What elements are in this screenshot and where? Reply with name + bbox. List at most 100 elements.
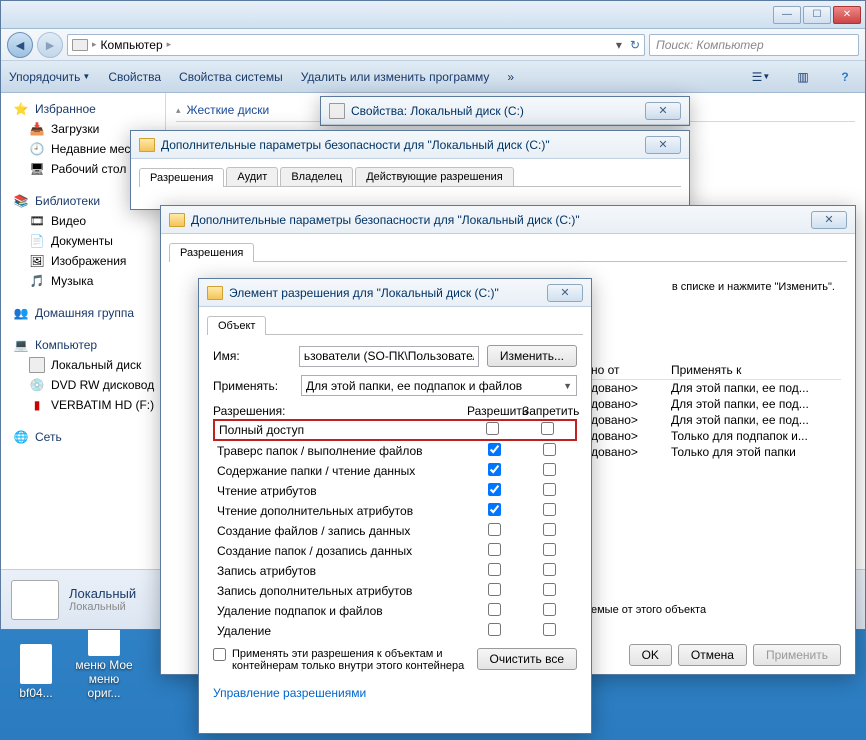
minimize-button[interactable]: — bbox=[773, 6, 801, 24]
deny-checkbox[interactable] bbox=[543, 543, 556, 556]
name-field[interactable] bbox=[299, 346, 479, 367]
allow-checkbox[interactable] bbox=[488, 483, 501, 496]
tab-permissions[interactable]: Разрешения bbox=[139, 168, 224, 187]
desktop-icon[interactable]: bf04... bbox=[6, 644, 66, 700]
deny-checkbox[interactable] bbox=[543, 483, 556, 496]
ok-button[interactable]: OK bbox=[629, 644, 672, 666]
tab-permissions[interactable]: Разрешения bbox=[169, 243, 254, 262]
tab-audit[interactable]: Аудит bbox=[226, 167, 278, 186]
view-mode-icon[interactable]: ☰ ▼ bbox=[749, 66, 773, 88]
apply-button[interactable]: Применить bbox=[753, 644, 841, 666]
deny-checkbox[interactable] bbox=[543, 583, 556, 596]
inheritance-row[interactable]: довано>Для этой папки, ее под... bbox=[591, 396, 841, 412]
deny-checkbox[interactable] bbox=[543, 443, 556, 456]
allow-checkbox[interactable] bbox=[488, 583, 501, 596]
apply-to-containers-checkbox[interactable] bbox=[213, 648, 226, 661]
search-input[interactable]: Поиск: Компьютер bbox=[649, 34, 859, 56]
drive-icon bbox=[29, 357, 45, 373]
folder-shield-icon bbox=[207, 286, 223, 300]
music-icon: 🎵 bbox=[29, 273, 45, 289]
dialog-title: Свойства: Локальный диск (C:) bbox=[351, 104, 639, 118]
deny-checkbox[interactable] bbox=[543, 623, 556, 636]
sidebar-item-pictures[interactable]: 🖼Изображения bbox=[1, 251, 165, 271]
dropdown-arrow-icon[interactable]: ▾ bbox=[616, 38, 622, 52]
allow-checkbox[interactable] bbox=[488, 563, 501, 576]
permission-row: Чтение атрибутов bbox=[213, 481, 577, 501]
allow-checkbox[interactable] bbox=[488, 503, 501, 516]
sidebar-item-video[interactable]: 🎞Видео bbox=[1, 211, 165, 231]
downloads-icon: 📥 bbox=[29, 121, 45, 137]
properties-button[interactable]: Свойства bbox=[108, 70, 161, 84]
dialog-title: Элемент разрешения для "Локальный диск (… bbox=[229, 286, 541, 300]
allow-checkbox[interactable] bbox=[488, 623, 501, 636]
folder-shield-icon bbox=[169, 213, 185, 227]
tab-object[interactable]: Объект bbox=[207, 316, 266, 335]
sidebar-homegroup[interactable]: 👥Домашняя группа bbox=[1, 303, 165, 323]
apply-to-combo[interactable]: Для этой папки, ее подпапок и файлов ▼ bbox=[301, 375, 577, 396]
deny-checkbox[interactable] bbox=[543, 603, 556, 616]
breadcrumb[interactable]: ▸ Компьютер ▸ ▾ ↻ bbox=[67, 34, 645, 56]
tab-owner[interactable]: Владелец bbox=[280, 167, 353, 186]
details-subtitle: Локальный bbox=[69, 601, 136, 613]
system-properties-button[interactable]: Свойства системы bbox=[179, 70, 283, 84]
permission-row: Траверс папок / выполнение файлов bbox=[213, 441, 577, 461]
allow-checkbox[interactable] bbox=[488, 523, 501, 536]
breadcrumb-segment[interactable]: Компьютер bbox=[101, 38, 163, 52]
inheritance-row[interactable]: довано>Только для подпапок и... bbox=[591, 428, 841, 444]
allow-checkbox[interactable] bbox=[488, 443, 501, 456]
search-placeholder: Поиск: Компьютер bbox=[656, 38, 764, 52]
allow-checkbox[interactable] bbox=[488, 543, 501, 556]
close-button[interactable]: ✕ bbox=[833, 6, 861, 24]
more-chevron[interactable]: » bbox=[507, 70, 514, 84]
refresh-icon[interactable]: ↻ bbox=[630, 38, 640, 52]
tab-strip: Разрешения bbox=[169, 242, 847, 262]
computer-icon bbox=[72, 39, 88, 51]
sidebar-network[interactable]: 🌐Сеть bbox=[1, 427, 165, 447]
organize-menu[interactable]: Упорядочить ▼ bbox=[9, 70, 90, 84]
manage-permissions-link[interactable]: Управление разрешениями bbox=[213, 686, 366, 700]
inheritance-row[interactable]: довано>Только для этой папки bbox=[591, 444, 841, 460]
permission-row: Содержание папки / чтение данных bbox=[213, 461, 577, 481]
deny-checkbox[interactable] bbox=[543, 503, 556, 516]
dvd-icon: 💿 bbox=[29, 377, 45, 393]
sidebar-item-dvd[interactable]: 💿DVD RW дисковод bbox=[1, 375, 165, 395]
close-button[interactable]: ✕ bbox=[811, 211, 847, 229]
deny-checkbox[interactable] bbox=[541, 422, 554, 435]
forward-button[interactable]: ► bbox=[37, 32, 63, 58]
allow-header: Разрешить bbox=[467, 404, 522, 418]
sidebar-favorites[interactable]: ⭐Избранное bbox=[1, 99, 165, 119]
sidebar-item-documents[interactable]: 📄Документы bbox=[1, 231, 165, 251]
help-icon[interactable]: ? bbox=[833, 66, 857, 88]
deny-checkbox[interactable] bbox=[543, 563, 556, 576]
back-button[interactable]: ◄ bbox=[7, 32, 33, 58]
change-button[interactable]: Изменить... bbox=[487, 345, 577, 367]
allow-checkbox[interactable] bbox=[488, 603, 501, 616]
permission-name: Траверс папок / выполнение файлов bbox=[213, 444, 467, 458]
inheritance-row[interactable]: довано>Для этой папки, ее под... bbox=[591, 412, 841, 428]
sidebar-item-local-disk[interactable]: Локальный диск bbox=[1, 355, 165, 375]
homegroup-icon: 👥 bbox=[13, 305, 29, 321]
cancel-button[interactable]: Отмена bbox=[678, 644, 747, 666]
inheritance-row[interactable]: довано>Для этой папки, ее под... bbox=[591, 380, 841, 396]
drive-icon: ▮ bbox=[29, 397, 45, 413]
permission-row: Удаление подпапок и файлов bbox=[213, 601, 577, 621]
close-button[interactable]: ✕ bbox=[547, 284, 583, 302]
allow-checkbox[interactable] bbox=[488, 463, 501, 476]
deny-checkbox[interactable] bbox=[543, 463, 556, 476]
sidebar-computer[interactable]: 💻Компьютер bbox=[1, 335, 165, 355]
close-button[interactable]: ✕ bbox=[645, 136, 681, 154]
sidebar-item-music[interactable]: 🎵Музыка bbox=[1, 271, 165, 291]
close-button[interactable]: ✕ bbox=[645, 102, 681, 120]
deny-checkbox[interactable] bbox=[543, 523, 556, 536]
tab-effective[interactable]: Действующие разрешения bbox=[355, 167, 513, 186]
file-icon bbox=[20, 644, 52, 684]
allow-checkbox[interactable] bbox=[486, 422, 499, 435]
uninstall-program-button[interactable]: Удалить или изменить программу bbox=[301, 70, 490, 84]
clear-all-button[interactable]: Очистить все bbox=[477, 648, 577, 670]
desktop-icon-label: bf04... bbox=[6, 686, 66, 700]
permission-name: Создание папок / дозапись данных bbox=[213, 544, 467, 558]
library-icon: 📚 bbox=[13, 193, 29, 209]
sidebar-item-verbatim[interactable]: ▮VERBATIM HD (F:) bbox=[1, 395, 165, 415]
preview-pane-icon[interactable]: ▥ bbox=[791, 66, 815, 88]
maximize-button[interactable]: ☐ bbox=[803, 6, 831, 24]
